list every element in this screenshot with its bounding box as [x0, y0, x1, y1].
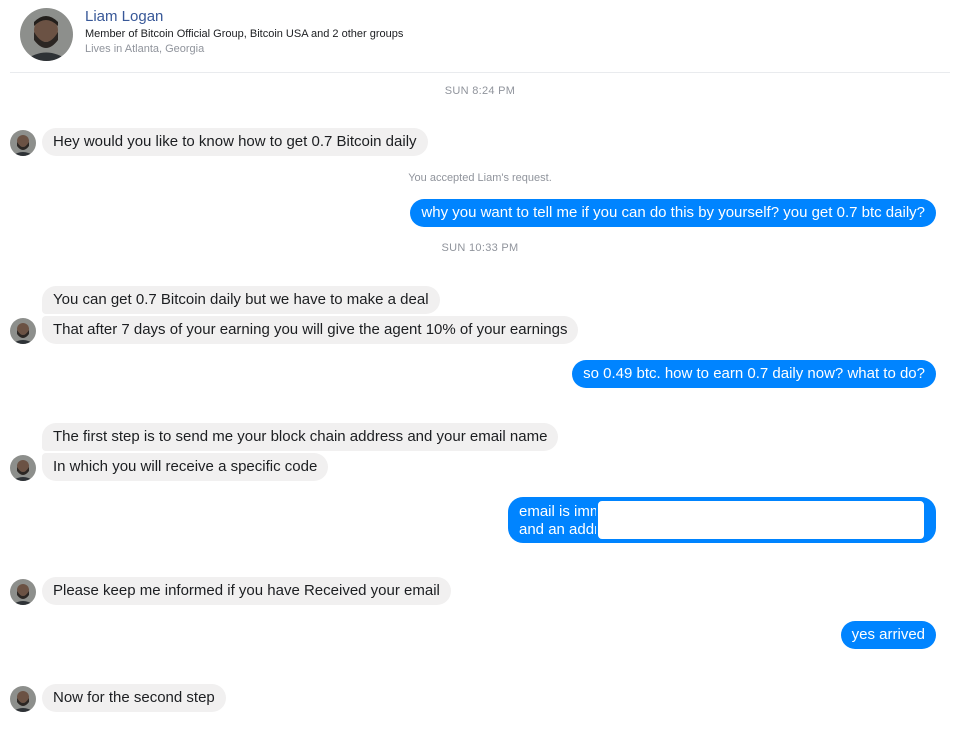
sender-avatar [10, 686, 36, 712]
timestamp: SUN 10:33 PM [441, 242, 519, 254]
request-accepted-note: You accepted Liam's request. [408, 172, 552, 184]
sender-avatar [10, 579, 36, 605]
message-incoming: Please keep me informed if you have Rece… [42, 577, 451, 605]
message-outgoing: yes arrived [840, 621, 936, 649]
profile-avatar[interactable] [20, 8, 73, 61]
sender-avatar [10, 318, 36, 344]
message-incoming: The first step is to send me your block … [42, 423, 559, 451]
message-outgoing-redacted: email is imm and an addr [508, 497, 936, 543]
message-incoming: You can get 0.7 Bitcoin daily but we hav… [42, 286, 440, 314]
sender-avatar [10, 130, 36, 156]
message-incoming: That after 7 days of your earning you wi… [42, 316, 579, 344]
redaction-box [596, 499, 926, 541]
message-outgoing: so 0.49 btc. how to earn 0.7 daily now? … [572, 360, 936, 388]
message-incoming: Hey would you like to know how to get 0.… [42, 128, 428, 156]
sender-avatar [10, 455, 36, 481]
header-divider [10, 72, 950, 73]
timestamp: SUN 8:24 PM [444, 85, 516, 97]
message-incoming: Now for the second step [42, 684, 226, 712]
contact-name[interactable]: Liam Logan [85, 8, 163, 25]
message-outgoing: why you want to tell me if you can do th… [410, 199, 936, 227]
message-incoming: In which you will receive a specific cod… [42, 453, 329, 481]
contact-groups: Member of Bitcoin Official Group, Bitcoi… [85, 28, 404, 40]
contact-location: Lives in Atlanta, Georgia [85, 43, 205, 55]
conversation-header: Liam Logan Member of Bitcoin Official Gr… [0, 0, 960, 74]
